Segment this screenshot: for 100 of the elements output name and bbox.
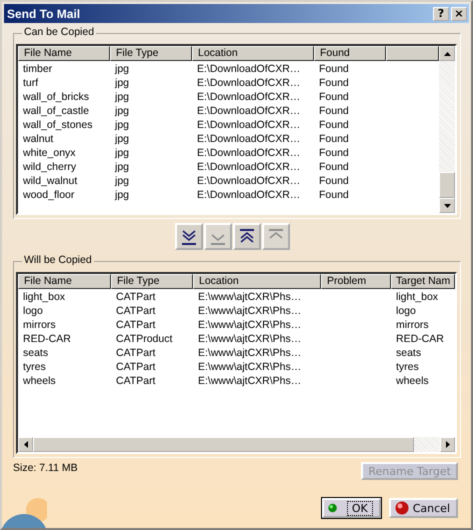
table-cell-text: wall_of_bricks [22,90,90,104]
table-cell-text: jpg [114,104,130,118]
table-cell-text: logo [22,304,44,318]
table-cell-text: E:\www\ajtCXR\Phs… [197,346,302,360]
table-cell-text: Found [318,104,350,118]
table-cell-text: jpg [114,62,130,76]
table-cell-text: E:\DownloadOfCXR… [196,104,302,118]
column-header[interactable]: File Type [110,46,192,61]
table-cell-text: E:\DownloadOfCXR… [196,132,302,146]
group-title: Can be Copied [22,26,96,38]
table-cell-text: E:\DownloadOfCXR… [196,146,302,160]
table-cell-text: jpg [114,118,130,132]
table-cell-text: wood_floor [22,188,76,202]
table-cell-text: E:\www\ajtCXR\Phs… [197,318,302,332]
table-cell-text: jpg [114,174,130,188]
table-cell-text: E:\www\ajtCXR\Phs… [197,360,302,374]
table-cell-text: CATPart [115,304,156,318]
table-cell-text: jpg [114,132,130,146]
table-cell-text: jpg [114,76,130,90]
double-down-chevron-icon [180,228,198,244]
table-cell-text: CATPart [115,374,156,388]
table-cell-text: jpg [114,146,130,160]
column-header[interactable]: File Name [18,46,110,61]
table-cell-text: E:\DownloadOfCXR… [196,118,302,132]
table-cell-text: wild_cherry [22,160,78,174]
table-cell-text: seats [22,346,50,360]
table-cell-text: CATProduct [115,332,174,346]
table-cell-text: RED-CAR [395,332,444,346]
scroll-thumb[interactable] [439,172,455,198]
table-cell-text: Found [318,174,350,188]
table-cell-text: E:\www\ajtCXR\Phs… [197,290,302,304]
table-cell-text: Found [318,90,350,104]
table-cell-text: white_onyx [22,146,77,160]
table-cell-text: Found [318,76,350,90]
down-arrow-icon [444,204,450,208]
double-up-chevron-icon [238,228,256,244]
table-cell-text: wall_of_stones [22,118,94,132]
table-cell-text: Found [318,62,350,76]
table-cell-text: jpg [114,90,130,104]
table-cell-text: CATPart [115,290,156,304]
table-cell-text: wheels [22,374,57,388]
table-cell-text: Found [318,132,350,146]
scroll-down-button[interactable] [439,198,455,213]
table-cell-text: E:\DownloadOfCXR… [196,174,302,188]
column-header[interactable]: File Name [18,274,111,289]
table-cell-text: wild_walnut [22,174,78,188]
table-cell-text: E:\DownloadOfCXR… [196,90,302,104]
table-cell-text: RED-CAR [22,332,72,346]
column-header[interactable]: Location [193,274,321,289]
ball-icon [328,501,337,515]
table-cell-text: tyres [395,360,419,374]
scroll-up-button[interactable] [439,46,455,61]
table-cell-text: tyres [22,360,47,374]
table-cell-text: turf [22,76,40,90]
globe-drawing [2,498,47,528]
group-title: Will be Copied [22,254,94,266]
table-cell-text: E:\www\ajtCXR\Phs… [197,374,302,388]
table-cell-text: light_box [395,290,438,304]
scroll-right-button[interactable] [440,437,455,452]
table-cell-text: E:\DownloadOfCXR… [196,188,302,202]
table-cell-text: jpg [114,188,130,202]
table-cell-text: jpg [114,160,130,174]
column-header[interactable]: File Type [111,274,193,289]
right-arrow-icon [446,441,450,448]
column-header[interactable]: Target Nam [391,274,455,289]
table-cell-text: logo [395,304,416,318]
table-cell-text: mirrors [395,318,429,332]
table-cell-text: E:\DownloadOfCXR… [196,62,302,76]
cancel-button[interactable]: Cancel [388,498,458,518]
table-cell-text: Found [318,160,350,174]
table-cell-text: CATPart [115,318,156,332]
column-header[interactable]: Location [192,46,314,61]
close-button[interactable]: × [451,6,467,20]
table-cell-text: E:\DownloadOfCXR… [196,76,302,90]
table-cell-text: Found [318,118,350,132]
table-cell-text: CATPart [115,360,156,374]
scroll-left-button[interactable] [18,437,33,452]
up-arrow-icon [444,52,450,56]
column-header[interactable]: Found [314,46,386,61]
ok-button[interactable]: OK [322,498,381,518]
table-cell-text: E:\DownloadOfCXR… [196,160,302,174]
table-cell-text: walnut [22,132,54,146]
table-cell-text: wheels [395,374,429,388]
ball-icon [394,501,409,515]
help-button[interactable]: ? [433,6,449,20]
column-header[interactable]: Problem [321,274,391,289]
table-cell-text: mirrors [22,318,57,332]
table-cell-text: E:\www\ajtCXR\Phs… [197,304,302,318]
table-cell-text: Found [318,146,350,160]
table-cell-text: Found [318,188,350,202]
table-cell-text: light_box [22,290,66,304]
table-cell-text: seats [395,346,422,360]
move-button[interactable] [232,223,260,250]
table-cell-text: wall_of_castle [22,104,90,118]
table-cell-text: timber [22,62,54,76]
size-label: Size: 7.11 MB [13,462,78,474]
vertical-scrollbar[interactable] [439,46,455,213]
table-cell-text: CATPart [115,346,156,360]
table-cell-text: E:\www\ajtCXR\Phs… [197,332,302,346]
move-button[interactable] [174,223,202,250]
